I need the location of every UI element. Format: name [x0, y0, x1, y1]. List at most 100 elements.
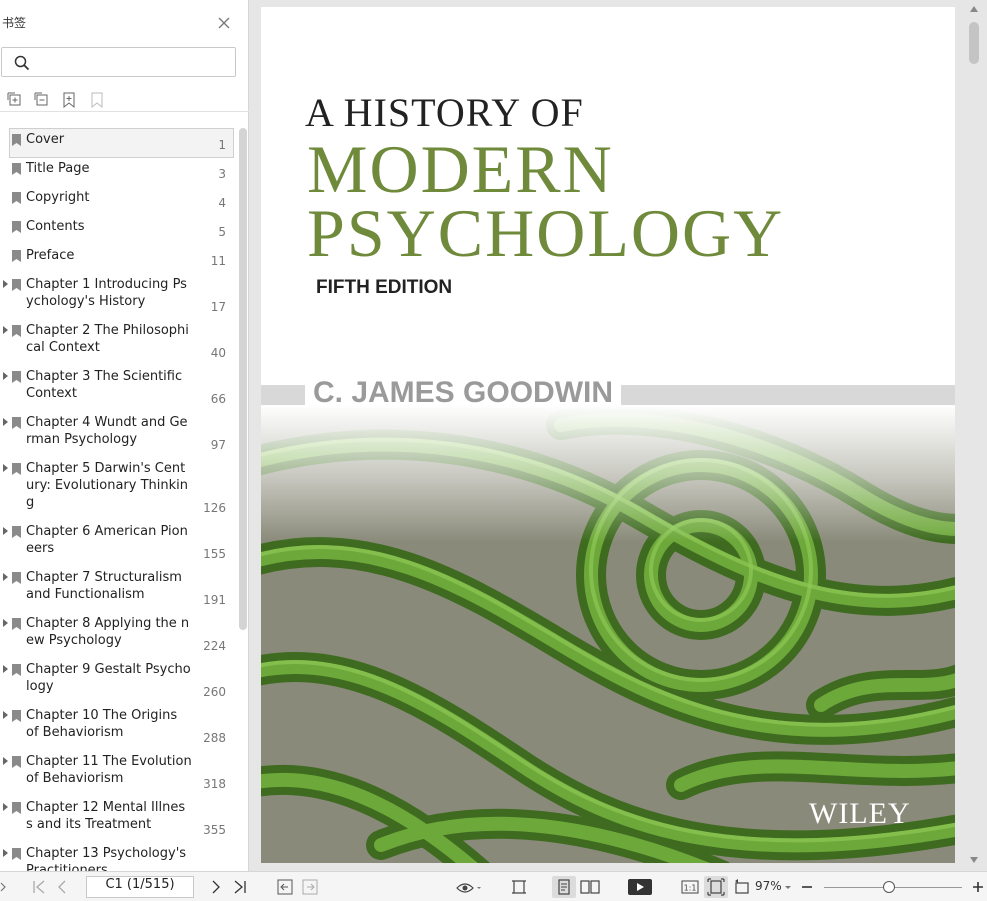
bookmark-label: Chapter 9 Gestalt Psycho logy [26, 662, 191, 694]
zoom-slider-knob[interactable] [883, 881, 895, 893]
bookmark-item[interactable]: Chapter 4 Wundt and Ge rman Psychology 97 [0, 413, 236, 459]
bookmark-label: Chapter 12 Mental Illnes s and its Treat… [26, 800, 186, 832]
remove-bookmark-icon[interactable] [88, 91, 106, 109]
bookmark-item[interactable]: Chapter 9 Gestalt Psycho logy 260 [0, 660, 236, 706]
close-icon[interactable] [216, 15, 232, 31]
bookmark-item[interactable]: Preface 11 [0, 246, 236, 275]
expand-arrow-icon[interactable] [3, 326, 8, 334]
bookmark-page-number: 224 [203, 639, 226, 653]
bookmark-page-number: 4 [218, 196, 226, 210]
cover-edition: FIFTH EDITION [316, 277, 453, 298]
document-scrollbar[interactable] [965, 0, 983, 871]
bookmark-label: Preface [26, 248, 75, 263]
bookmark-search-input[interactable] [36, 52, 226, 72]
hedge-maze-image [261, 405, 955, 863]
fit-page-button[interactable] [704, 876, 728, 898]
bookmark-label: Chapter 3 The Scientific Context [26, 369, 183, 401]
bookmark-page-number: 3 [218, 167, 226, 181]
bookmark-toolbar [0, 88, 249, 112]
bookmark-page-number: 155 [203, 547, 226, 561]
zoom-level[interactable]: 97% [755, 879, 782, 893]
bookmark-panel-title: 书签 [2, 16, 27, 30]
cover-title-line1: A HISTORY OF [305, 90, 584, 135]
zoom-in-icon[interactable] [972, 878, 984, 896]
add-bookmark-icon[interactable] [60, 91, 78, 109]
bookmark-item[interactable]: Chapter 5 Darwin's Cent ury: Evolutionar… [0, 459, 236, 522]
bookmark-page-number: 318 [203, 777, 226, 791]
bookmark-item[interactable]: Cover 1 [0, 128, 236, 159]
bookmark-item[interactable]: Contents 5 [0, 217, 236, 246]
first-page-icon[interactable] [32, 878, 46, 896]
expand-arrow-icon[interactable] [3, 573, 8, 581]
scroll-up-icon[interactable] [970, 6, 978, 12]
bookmark-item[interactable]: Chapter 11 The Evolution of Behaviorism 3… [0, 752, 236, 798]
expand-arrow-icon[interactable] [3, 619, 8, 627]
bookmark-page-number: 97 [210, 438, 226, 452]
bookmark-icon [12, 848, 21, 860]
bookmark-page-number: 355 [203, 823, 226, 837]
bookmark-item[interactable]: Chapter 2 The Philosophi cal Context 40 [0, 321, 236, 367]
page-number-input[interactable]: C1 (1/515) [86, 876, 194, 898]
bookmark-icon [12, 618, 21, 630]
slideshow-play-icon[interactable] [627, 878, 653, 896]
bookmark-item[interactable]: Title Page 3 [0, 159, 236, 188]
bookmark-icon [12, 756, 21, 768]
expand-arrow-icon[interactable] [3, 527, 8, 535]
last-page-icon[interactable] [233, 878, 247, 896]
zoom-out-icon[interactable] [801, 878, 813, 896]
expand-arrow-icon[interactable] [3, 711, 8, 719]
eye-care-icon[interactable] [455, 878, 483, 896]
bookmark-item[interactable]: Chapter 1 Introducing Ps ychology's Hist… [0, 275, 236, 321]
bookmark-item[interactable]: Chapter 13 Psychology's Practitioners [0, 844, 236, 871]
bookmark-icon [12, 221, 21, 233]
bookmark-label: Contents [26, 219, 85, 234]
two-page-view-icon[interactable] [580, 878, 600, 896]
back-icon[interactable] [277, 878, 293, 896]
bookmark-page-number: 11 [210, 254, 226, 268]
expand-arrow-icon[interactable] [3, 280, 8, 288]
bookmark-list-scrollbar[interactable] [239, 128, 247, 630]
bookmark-icon [12, 526, 21, 538]
bookmark-item[interactable]: Chapter 10 The Origins of Behaviorism 288 [0, 706, 236, 752]
zoom-dropdown-icon[interactable] [784, 878, 792, 896]
actual-size-icon[interactable]: 1:1 [681, 878, 699, 896]
expand-arrow-icon[interactable] [3, 849, 8, 857]
bookmark-label: Copyright [26, 190, 90, 205]
expand-all-icon[interactable] [6, 91, 24, 109]
bookmark-item[interactable]: Copyright 4 [0, 188, 236, 217]
expand-arrow-icon[interactable] [3, 665, 8, 673]
rotate-page-icon[interactable] [733, 878, 751, 896]
expand-arrow-icon[interactable] [3, 372, 8, 380]
bottom-toolbar: C1 (1/515) 1:1 97% [0, 871, 987, 901]
collapse-all-icon[interactable] [33, 91, 51, 109]
bookmark-item[interactable]: Chapter 7 Structuralism and Functionalis… [0, 568, 236, 614]
bookmark-panel-header: 书签 [0, 0, 249, 44]
expand-arrow-icon[interactable] [3, 418, 8, 426]
bookmark-panel: 书签 Cover 1 Title Page 3 Copyright 4 Cont… [0, 0, 249, 871]
expand-arrow-icon[interactable] [3, 757, 8, 765]
sidebar-toggle-icon[interactable] [0, 878, 6, 896]
bookmark-label: Chapter 2 The Philosophi cal Context [26, 323, 189, 355]
document-viewport: A HISTORY OF MODERN PSYCHOLOGY FIFTH EDI… [250, 0, 987, 871]
expand-arrow-icon[interactable] [3, 803, 8, 811]
bookmark-item[interactable]: Chapter 3 The Scientific Context 66 [0, 367, 236, 413]
bookmark-search-box[interactable] [1, 47, 236, 77]
bookmark-item[interactable]: Chapter 8 Applying the n ew Psychology 22… [0, 614, 236, 660]
bookmark-icon [12, 325, 21, 337]
bookmark-page-number: 66 [210, 392, 226, 406]
bookmark-icon [12, 163, 21, 175]
next-page-icon[interactable] [210, 878, 222, 896]
bookmark-label: Chapter 10 The Origins of Behaviorism [26, 708, 178, 740]
fit-width-icon[interactable] [510, 878, 528, 896]
bookmark-item[interactable]: Chapter 12 Mental Illnes s and its Treat… [0, 798, 236, 844]
document-scroll-thumb[interactable] [969, 22, 979, 64]
bookmark-label: Chapter 4 Wundt and Ge rman Psychology [26, 415, 188, 447]
publisher-logo: WILEY [809, 797, 911, 830]
previous-page-icon[interactable] [56, 878, 68, 896]
scroll-down-icon[interactable] [970, 857, 978, 863]
forward-icon[interactable] [302, 878, 318, 896]
single-page-view-button[interactable] [552, 876, 576, 898]
single-page-icon [558, 879, 570, 895]
expand-arrow-icon[interactable] [3, 464, 8, 472]
bookmark-item[interactable]: Chapter 6 American Pion eers 155 [0, 522, 236, 568]
